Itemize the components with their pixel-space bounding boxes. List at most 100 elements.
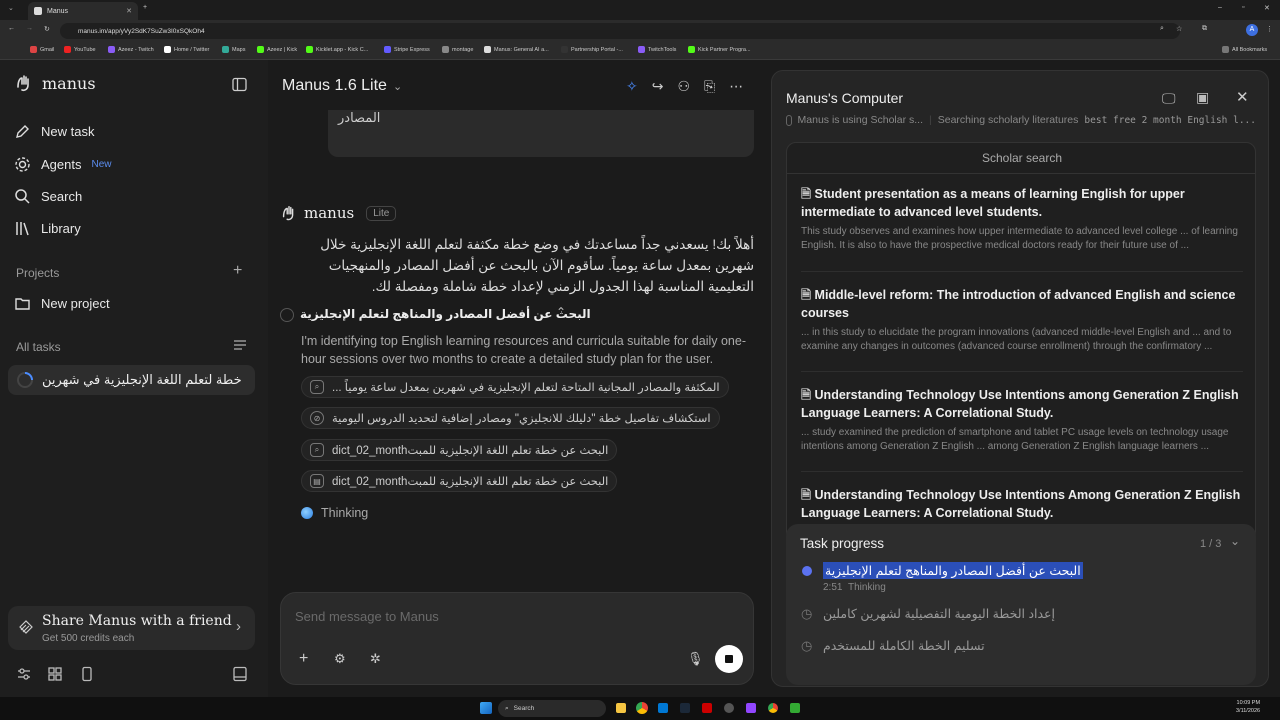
chevron-down-icon[interactable]: ⌄ (1230, 534, 1240, 548)
collapse-sidebar-icon[interactable] (232, 77, 247, 92)
file-explorer-icon[interactable] (616, 703, 626, 713)
task-item-active[interactable]: خطة لتعلم اللغة الإنجليزية في شهرين (8, 365, 255, 395)
share-icon[interactable]: ↪ (652, 78, 664, 95)
nav-agents[interactable]: Agents New (14, 156, 112, 173)
address-bar[interactable]: manus.im/app/yVy2SdK7SuZw3I0xSQkOh4 (60, 23, 1180, 39)
bookmark-item[interactable]: Azeez | Kick (257, 46, 297, 53)
nav-new-task[interactable]: New task (14, 123, 94, 140)
task-progress-title: Task progress (800, 536, 885, 551)
reload-icon[interactable]: ↻ (44, 25, 50, 33)
chrome-icon[interactable] (768, 703, 778, 713)
bookmark-item[interactable]: montage (442, 46, 473, 53)
stop-button[interactable] (715, 645, 743, 673)
search-result[interactable]: 🗎 Understanding Technology Use Intention… (801, 486, 1251, 522)
close-tab-icon[interactable]: ✕ (126, 7, 132, 15)
clock-icon: ◷ (801, 606, 813, 621)
zoom-icon[interactable]: ⌕ (1160, 25, 1164, 33)
monitor-icon[interactable]: 🖵 (1162, 90, 1176, 107)
tools-icon[interactable]: ⚙ (334, 651, 346, 667)
step-item[interactable]: ⌕ البحث عن خطة تعلم اللغة الإنجليزية للمب… (301, 439, 618, 461)
phase-header[interactable]: البحث عن أفضل المصادر والمناهج لتعلم الإ… (280, 305, 754, 324)
document-icon: 🗎 (801, 187, 815, 201)
nav-new-project[interactable]: New project (14, 295, 110, 312)
edge-icon[interactable] (658, 703, 668, 713)
bookmark-item[interactable]: Kick Partner Progra... (688, 46, 751, 53)
menu-dots-icon[interactable]: ⋮ (1266, 25, 1273, 33)
bookmark-item[interactable]: Maps (222, 46, 245, 53)
agent-header: manus Lite (280, 204, 397, 222)
microphone-icon[interactable]: 🎙 (687, 651, 704, 667)
chrome-icon[interactable] (636, 702, 648, 714)
browser-tab[interactable]: Manus ✕ (28, 2, 138, 20)
sparkle-icon[interactable]: ✧ (626, 78, 638, 95)
stop-icon (725, 655, 733, 663)
model-name: Manus 1.6 Lite (282, 77, 387, 94)
model-selector[interactable]: Manus 1.6 Lite ⌄ (282, 77, 402, 95)
bookmark-item[interactable]: TwitchTools (638, 46, 676, 53)
maximize-icon[interactable]: ▫ (1242, 4, 1244, 11)
search-result[interactable]: 🗎 Understanding Technology Use Intention… (801, 386, 1251, 454)
mobile-icon[interactable] (79, 666, 95, 682)
bookmark-star-icon[interactable]: ☆ (1176, 25, 1182, 33)
close-window-icon[interactable]: ✕ (1264, 4, 1270, 12)
document-icon[interactable]: ⎘ (704, 78, 715, 95)
tab-title: Manus (47, 7, 69, 15)
tab-search-icon[interactable]: ⌄ (8, 4, 14, 12)
adobe-icon[interactable] (702, 703, 712, 713)
window-icon[interactable]: ▣ (1196, 89, 1209, 106)
tablet-icon[interactable] (232, 666, 248, 682)
nav-search[interactable]: Search (14, 188, 82, 205)
app-icon[interactable] (724, 703, 734, 713)
close-panel-icon[interactable]: ✕ (1236, 88, 1249, 106)
settings-sliders-icon[interactable] (16, 666, 32, 682)
bookmark-item[interactable]: YouTube (64, 46, 96, 53)
minimize-icon[interactable]: – (1218, 4, 1222, 11)
search-result[interactable]: 🗎 Student presentation as a means of lea… (801, 185, 1251, 253)
bookmark-item[interactable]: Kicklet.app - Kick C... (306, 46, 368, 53)
apps-grid-icon[interactable] (47, 666, 63, 682)
edit-icon (16, 125, 29, 138)
document-icon: 🗎 (801, 488, 815, 502)
scholar-search-header: Scholar search (981, 151, 1063, 165)
forward-icon[interactable]: → (26, 25, 33, 32)
add-user-icon[interactable]: ⚇ (677, 78, 690, 95)
add-project-icon[interactable]: + (233, 262, 242, 280)
search-result[interactable]: 🗎 Middle-level reform: The introduction … (801, 286, 1251, 354)
message-input[interactable]: Send message to Manus (295, 609, 439, 624)
all-bookmarks[interactable]: All Bookmarks (1222, 46, 1267, 53)
bookmark-item[interactable]: Gmail (30, 46, 54, 53)
manus-logo[interactable]: manus (14, 73, 96, 93)
bookmark-item[interactable]: Azeez - Twitch (108, 46, 154, 53)
task-progress-card: Task progress 1 / 3 ⌄ البحث عن أفضل المص… (786, 524, 1256, 685)
manus-hand-icon (17, 75, 29, 92)
search-icon (15, 189, 30, 204)
filter-icon[interactable] (233, 339, 247, 351)
steam-icon[interactable] (680, 703, 690, 713)
bookmark-item[interactable]: Partnership Portal -... (561, 46, 623, 53)
nav-library[interactable]: Library (14, 220, 81, 237)
bookmark-item[interactable]: Home / Twitter (164, 46, 209, 53)
start-icon[interactable] (480, 702, 492, 714)
chevron-right-icon: › (236, 618, 241, 635)
bookmark-item[interactable]: Manus: General AI a... (484, 46, 549, 53)
system-clock[interactable]: 10:09 PM 3/11/2026 (1236, 699, 1260, 715)
more-options-icon[interactable]: ⋯ (729, 78, 743, 95)
new-tab-icon[interactable]: + (143, 4, 147, 11)
profile-avatar[interactable]: A (1246, 24, 1258, 36)
connectors-icon[interactable]: ✲ (370, 651, 381, 667)
progress-item-text: البحث عن أفضل المصادر والمناهج لتعلم الإ… (823, 562, 1083, 579)
extensions-icon[interactable]: ⧉ (1202, 25, 1207, 33)
add-attachment-icon[interactable]: + (299, 650, 308, 668)
scholar-icon (786, 114, 792, 126)
panel-title: Manus's Computer (786, 90, 904, 106)
taskbar-search[interactable]: ⌕ Search (498, 700, 606, 717)
bookmark-item[interactable]: Stripe Express (384, 46, 430, 53)
twitch-icon[interactable] (746, 703, 756, 713)
chevron-up-icon[interactable]: ⌃ (556, 305, 566, 319)
step-item[interactable]: ⌕ المكثفة والمصادر المجانية المتاحة لتعلم… (301, 376, 729, 398)
back-icon[interactable]: ← (8, 25, 15, 32)
step-item[interactable]: ▤ البحث عن خطة تعلم اللغة الإنجليزية للمب… (301, 470, 618, 492)
step-item[interactable]: ⊘ استكشاف تفاصيل خطة "دليلك للانجليزي" وم… (301, 407, 720, 429)
share-card[interactable]: Share Manus with a friend Get 500 credit… (8, 606, 255, 650)
app-icon[interactable] (790, 703, 800, 713)
